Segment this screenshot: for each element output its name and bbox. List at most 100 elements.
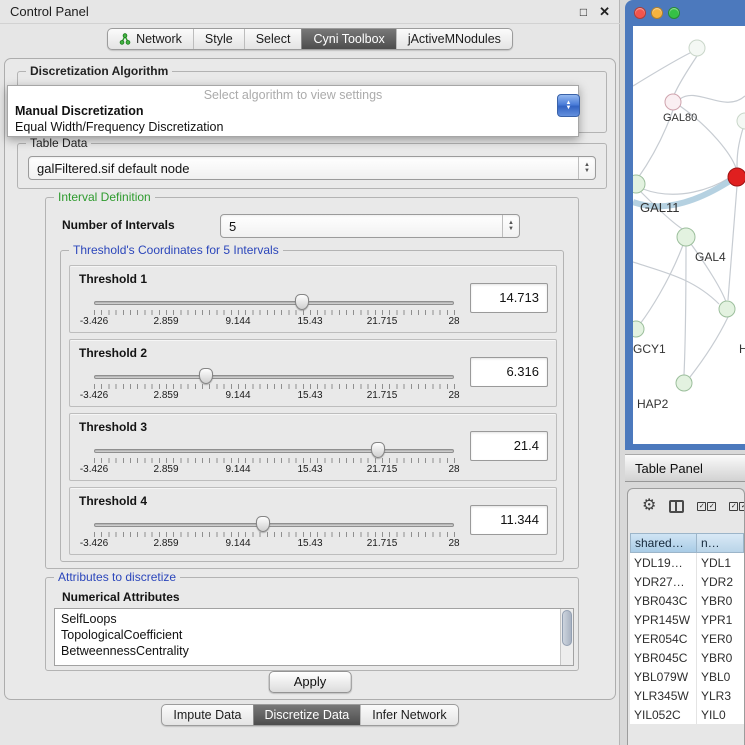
- network-view-window: GAL80 GAL11 GAL4 GCY1 HAP2 H: [625, 0, 745, 450]
- threshold-slider[interactable]: -3.4262.8599.14415.4321.71528: [94, 296, 454, 328]
- close-traffic-icon[interactable]: [634, 7, 646, 19]
- list-item-selfloops[interactable]: SelfLoops: [55, 611, 559, 627]
- scale-label: 28: [448, 316, 459, 327]
- hap2-label: HAP2: [637, 397, 669, 411]
- table-row[interactable]: YDL19…YDL1: [630, 553, 744, 572]
- slider-handle[interactable]: [295, 294, 309, 310]
- tab-style[interactable]: Style: [193, 29, 244, 49]
- network-canvas[interactable]: GAL80 GAL11 GAL4 GCY1 HAP2 H: [633, 26, 745, 444]
- table-panel-window: ⚙ ✓✓ ✓✓ shared…n… YDL19…YDL1YDR27…YDR2YB…: [627, 488, 745, 745]
- table-row[interactable]: YLR345WYLR3: [630, 686, 744, 705]
- scale-label: 9.144: [225, 316, 250, 327]
- thresholds-group-title: Threshold's Coordinates for 5 Intervals: [69, 243, 283, 257]
- attribute-items: SelfLoopsTopologicalCoefficientBetweenne…: [55, 611, 559, 659]
- scale-label: -3.426: [80, 316, 108, 327]
- combobox-stepper-icon[interactable]: ▲▼: [578, 157, 595, 179]
- top-tabbar-strip: NetworkStyleSelectCyni Toolbox jActiveMNo…: [107, 28, 513, 50]
- discretization-algorithm-title: Discretization Algorithm: [26, 64, 172, 78]
- hap2-node: [676, 375, 692, 391]
- column-header-0[interactable]: shared…: [630, 533, 697, 553]
- slider-handle[interactable]: [256, 516, 270, 532]
- tab-cyni-toolbox[interactable]: Cyni Toolbox: [301, 29, 395, 49]
- table-row[interactable]: YER054CYER0: [630, 629, 744, 648]
- scale-label: 15.43: [297, 538, 322, 549]
- scale-label: 2.859: [153, 464, 178, 475]
- gcy1-node: [633, 321, 644, 337]
- num-intervals-combobox[interactable]: 5 ▲▼: [220, 214, 520, 238]
- table-row[interactable]: YBR043CYBR0: [630, 591, 744, 610]
- table-cell: YBR0: [697, 591, 744, 610]
- threshold-slider[interactable]: -3.4262.8599.14415.4321.71528: [94, 444, 454, 476]
- tab-label: Impute Data: [173, 708, 241, 722]
- scrollbar-thumb[interactable]: [562, 610, 572, 646]
- gear-icon[interactable]: ⚙: [642, 498, 656, 514]
- threshold-value-field[interactable]: 6.316: [470, 357, 548, 387]
- zoom-traffic-icon[interactable]: [668, 7, 680, 19]
- table-row[interactable]: YDR27…YDR2: [630, 572, 744, 591]
- dropdown-option-equal-width[interactable]: Equal Width/Frequency Discretization: [8, 119, 578, 135]
- slider-handle[interactable]: [371, 442, 385, 458]
- close-icon[interactable]: ✕: [599, 4, 610, 20]
- dropdown-option-manual-discretization[interactable]: Manual Discretization: [8, 103, 578, 119]
- window-traffic-lights: [634, 7, 680, 19]
- gal4-node: [677, 228, 695, 246]
- threshold-label: Threshold 2: [79, 346, 147, 360]
- table-cell: YER054C: [630, 629, 697, 648]
- threshold-value-field[interactable]: 14.713: [470, 283, 548, 313]
- tab-jactivemnodules[interactable]: jActiveMNodules: [396, 29, 512, 49]
- interval-definition-title: Interval Definition: [54, 190, 155, 204]
- threshold-label: Threshold 1: [79, 272, 147, 286]
- float-window-icon[interactable]: □: [580, 5, 587, 19]
- slider-ticks: [94, 532, 455, 537]
- table-cell: YDR27…: [630, 572, 697, 591]
- table-row[interactable]: YBR045CYBR0: [630, 648, 744, 667]
- tab-select[interactable]: Select: [244, 29, 302, 49]
- scale-label: 2.859: [153, 538, 178, 549]
- table-cell: YDR2: [697, 572, 744, 591]
- list-item-betweennesscentrality[interactable]: BetweennessCentrality: [55, 643, 559, 659]
- dropdown-placeholder-item[interactable]: Select algorithm to view settings: [8, 88, 578, 103]
- tab-label: jActiveMNodules: [408, 32, 501, 46]
- scale-label: 2.859: [153, 316, 178, 327]
- numerical-attributes-list: SelfLoopsTopologicalCoefficientBetweenne…: [54, 608, 574, 666]
- list-item-topologicalcoefficient[interactable]: TopologicalCoefficient: [55, 627, 559, 643]
- table-data-combobox[interactable]: galFiltered.sif default node ▲▼: [28, 156, 596, 180]
- table-panel-title: Table Panel: [635, 461, 703, 476]
- table-cell: YIL0: [697, 705, 744, 724]
- checkbox-pair-icon-2[interactable]: ✓✓: [729, 502, 745, 511]
- threshold-panel-threshold-3: Threshold 3-3.4262.8599.14415.4321.71528…: [69, 413, 557, 481]
- threshold-panel-threshold-1: Threshold 1-3.4262.8599.14415.4321.71528…: [69, 265, 557, 333]
- numerical-attributes-label: Numerical Attributes: [62, 590, 180, 604]
- number-of-intervals-label: Number of Intervals: [62, 218, 175, 232]
- scale-label: 21.715: [367, 316, 398, 327]
- checkbox-pair-icon[interactable]: ✓✓: [697, 502, 716, 511]
- table-row[interactable]: YBL079WYBL0: [630, 667, 744, 686]
- tab-impute-data[interactable]: Impute Data: [162, 705, 252, 725]
- minimize-traffic-icon[interactable]: [651, 7, 663, 19]
- list-scrollbar[interactable]: [560, 609, 573, 665]
- tab-infer-network[interactable]: Infer Network: [360, 705, 457, 725]
- scale-label: 2.859: [153, 390, 178, 401]
- tab-network[interactable]: Network: [108, 29, 193, 49]
- gal80-node: [665, 94, 681, 110]
- table-row[interactable]: YPR145WYPR1: [630, 610, 744, 629]
- apply-button[interactable]: Apply: [269, 671, 352, 693]
- threshold-slider[interactable]: -3.4262.8599.14415.4321.71528: [94, 518, 454, 550]
- slider-ticks: [94, 458, 455, 463]
- column-header-1[interactable]: n…: [697, 533, 744, 553]
- threshold-value-field[interactable]: 21.4: [470, 431, 548, 461]
- table-header-row: shared…n…: [630, 533, 744, 553]
- algorithm-combobox-arrow-button[interactable]: ▲▼: [557, 94, 580, 117]
- combobox-stepper-icon[interactable]: ▲▼: [502, 215, 519, 237]
- threshold-slider[interactable]: -3.4262.8599.14415.4321.71528: [94, 370, 454, 402]
- columns-icon[interactable]: [669, 500, 684, 513]
- table-panel-header: Table Panel: [625, 454, 745, 482]
- slider-handle[interactable]: [199, 368, 213, 384]
- scale-label: 21.715: [367, 390, 398, 401]
- table-row[interactable]: YIL052CYIL0: [630, 705, 744, 724]
- scale-label: 9.144: [225, 538, 250, 549]
- threshold-value-field[interactable]: 11.344: [470, 505, 548, 535]
- tab-discretize-data[interactable]: Discretize Data: [253, 705, 361, 725]
- partial-label: H: [739, 342, 745, 356]
- control-panel-titlebar: Control Panel □ ✕: [0, 0, 620, 24]
